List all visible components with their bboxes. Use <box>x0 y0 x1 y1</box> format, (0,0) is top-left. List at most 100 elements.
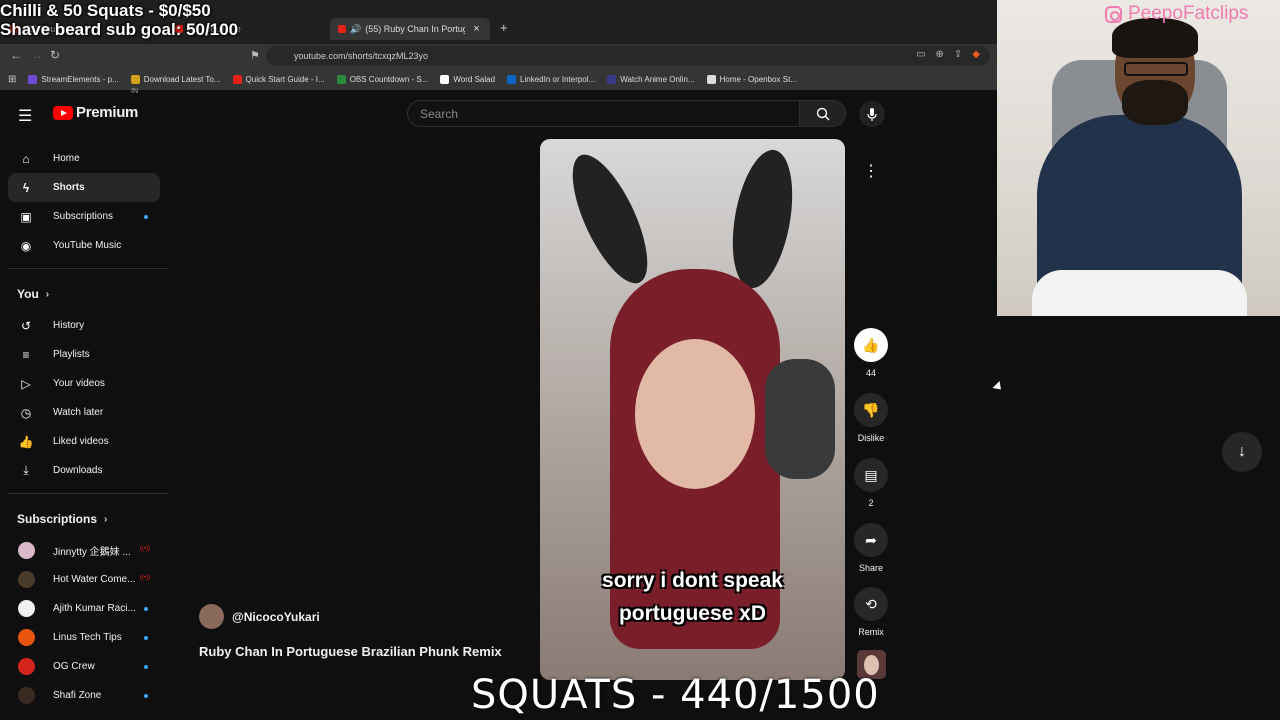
bookmark-download-latest[interactable]: Download Latest To... <box>130 74 221 84</box>
bookmark-favicon-icon <box>232 74 242 84</box>
next-short-button[interactable]: ↓ <box>1222 432 1262 472</box>
bookmark-obs-countdown[interactable]: OBS Countdown - S... <box>336 74 428 84</box>
playlists-icon: ≡ <box>22 347 30 362</box>
sidebar: ⌂ Home ϟ Shorts ▣ Subscriptions ◉ YouTube Mu… <box>8 144 168 710</box>
sidebar-item-liked-videos[interactable]: 👍 Liked videos <box>8 427 160 456</box>
remix-icon: ⟲ <box>854 587 888 621</box>
shorts-video-player[interactable]: sorry i dont speak portuguese xD <box>540 139 845 680</box>
sidebar-item-home[interactable]: ⌂ Home <box>8 144 160 173</box>
video-subject-face <box>635 339 755 489</box>
bookmark-streamelements[interactable]: StreamElements - p... <box>28 74 119 84</box>
live-indicator-icon: ((•)) <box>139 575 150 581</box>
new-content-dot <box>144 665 148 669</box>
microphone-icon <box>867 107 877 121</box>
voice-search-button[interactable] <box>859 101 885 127</box>
like-button[interactable]: 👍 44 <box>852 328 890 378</box>
youtube-page: ☰ Premium IN Search ⌂ Home ϟ Shorts ▣ Subsc… <box>0 88 997 720</box>
search-button[interactable] <box>800 100 846 127</box>
channel-avatar <box>18 629 35 646</box>
dislike-button[interactable]: 👎 Dislike <box>852 393 890 443</box>
sidebar-item-history[interactable]: ↺ History <box>8 311 160 340</box>
channel-avatar[interactable] <box>199 604 224 629</box>
apps-grid-icon[interactable]: ⊞ <box>8 74 16 85</box>
new-content-dot <box>144 694 148 698</box>
bookmark-favicon-icon <box>28 74 38 84</box>
youtube-favicon-icon <box>338 25 346 33</box>
sidebar-item-youtube-music[interactable]: ◉ YouTube Music <box>8 231 160 260</box>
history-icon: ↺ <box>20 318 32 333</box>
bookmark-favicon-icon <box>607 74 617 84</box>
bookmarks-bar: ⊞ StreamElements - p... Download Latest … <box>0 68 997 90</box>
stream-goal-overlay: Chilli & 50 Squats - $0/$50 Shave beard … <box>0 1 238 39</box>
sidebar-item-playlists[interactable]: ≡ Playlists <box>8 340 160 369</box>
address-bar-row: ← → ↻ ⚑ youtube.com/shorts/tcxqzML23yo ▭… <box>0 44 997 68</box>
sidebar-item-your-videos[interactable]: ▷ Your videos <box>8 369 160 398</box>
more-options-button[interactable]: ⋮ <box>856 156 886 186</box>
thumbs-down-icon: 👎 <box>854 393 888 427</box>
tab-ruby-chan[interactable]: 🔊 (55) Ruby Chan In Portugue... × <box>330 18 490 40</box>
chevron-right-icon: › <box>45 288 50 300</box>
hamburger-menu-icon[interactable]: ☰ <box>18 106 32 126</box>
bookmark-page-icon[interactable]: ⚑ <box>250 49 260 62</box>
new-content-dot <box>144 607 148 611</box>
more-vertical-icon: ⋮ <box>863 163 879 180</box>
youtube-logo[interactable]: Premium <box>53 104 138 121</box>
bookmark-quick-start[interactable]: Quick Start Guide - I... <box>232 74 325 84</box>
comments-button[interactable]: ▤ 2 <box>852 458 890 508</box>
forward-icon[interactable]: → <box>31 48 43 62</box>
bookmark-favicon-icon <box>440 74 450 84</box>
home-icon: ⌂ <box>22 151 30 166</box>
bookmark-watch-anime[interactable]: Watch Anime Onlin... <box>607 74 695 84</box>
share-button[interactable]: ➦ Share <box>852 523 890 573</box>
search-input[interactable]: Search <box>407 100 800 127</box>
sidebar-sub-linus-tech-tips[interactable]: Linus Tech Tips <box>8 623 160 652</box>
share-arrow-icon: ➦ <box>854 523 888 557</box>
zoom-icon[interactable]: ⊕ <box>936 49 944 60</box>
new-content-dot <box>144 215 148 219</box>
sidebar-sub-hot-water[interactable]: Hot Water Come... ((•)) <box>8 565 160 594</box>
sidebar-sub-shafi-zone[interactable]: Shafi Zone <box>8 681 160 710</box>
sidebar-divider <box>8 268 168 269</box>
webcam-feed <box>997 0 1280 316</box>
speaker-icon: 🔊 <box>350 23 362 34</box>
back-icon[interactable]: ← <box>10 48 22 62</box>
shorts-icon: ϟ <box>22 180 30 195</box>
bunny-ear-left <box>557 144 663 294</box>
channel-avatar <box>18 571 35 588</box>
share-page-icon[interactable]: ⇪ <box>954 49 962 60</box>
comment-icon: ▤ <box>854 458 888 492</box>
bookmark-word-salad[interactable]: Word Salad <box>440 74 495 84</box>
live-indicator-icon: ((•)) <box>139 546 150 552</box>
search-icon <box>816 107 829 120</box>
subscriptions-section-header[interactable]: Subscriptions › <box>8 502 160 536</box>
music-icon: ◉ <box>20 238 32 253</box>
sidebar-sub-ajith-kumar[interactable]: Ajith Kumar Raci... <box>8 594 160 623</box>
cast-icon[interactable]: ▭ <box>916 49 925 60</box>
channel-info[interactable]: @NicocoYukari <box>199 604 320 629</box>
bookmark-favicon-icon <box>130 74 140 84</box>
brave-shield-icon[interactable]: ◆ <box>972 49 980 60</box>
close-tab-icon[interactable]: × <box>473 23 479 35</box>
sidebar-sub-og-crew[interactable]: OG Crew <box>8 652 160 681</box>
sidebar-item-downloads[interactable]: ⤓ Downloads <box>8 456 160 485</box>
remix-button[interactable]: ⟲ Remix <box>852 587 890 637</box>
sidebar-item-subscriptions[interactable]: ▣ Subscriptions <box>8 202 160 231</box>
channel-handle[interactable]: @NicocoYukari <box>232 610 320 624</box>
sidebar-divider <box>8 493 168 494</box>
sidebar-item-watch-later[interactable]: ◷ Watch later <box>8 398 160 427</box>
your-videos-icon: ▷ <box>21 376 31 391</box>
bookmark-linkedin[interactable]: LinkedIn or Interpol... <box>507 74 595 84</box>
you-section-header[interactable]: You › <box>8 277 160 311</box>
url-field[interactable]: youtube.com/shorts/tcxqzML23yo ▭ ⊕ ⇪ ◆ <box>266 46 990 66</box>
donation-goal-text: Chilli & 50 Squats - $0/$50 <box>0 1 211 20</box>
video-title[interactable]: Ruby Chan In Portuguese Brazilian Phunk … <box>199 644 502 659</box>
channel-avatar <box>18 658 35 675</box>
reload-icon[interactable]: ↻ <box>50 48 60 62</box>
sidebar-item-shorts[interactable]: ϟ Shorts <box>8 173 160 202</box>
webcam-person-glasses <box>1124 62 1188 76</box>
new-tab-button[interactable]: + <box>500 20 508 35</box>
sidebar-sub-jinnytty[interactable]: Jinnytty 企鵝妹 ... ((•)) <box>8 536 160 565</box>
instagram-icon <box>1105 5 1122 23</box>
thumbs-up-icon: 👍 <box>854 328 888 362</box>
bookmark-openbox[interactable]: Home - Openbox St... <box>706 74 797 84</box>
